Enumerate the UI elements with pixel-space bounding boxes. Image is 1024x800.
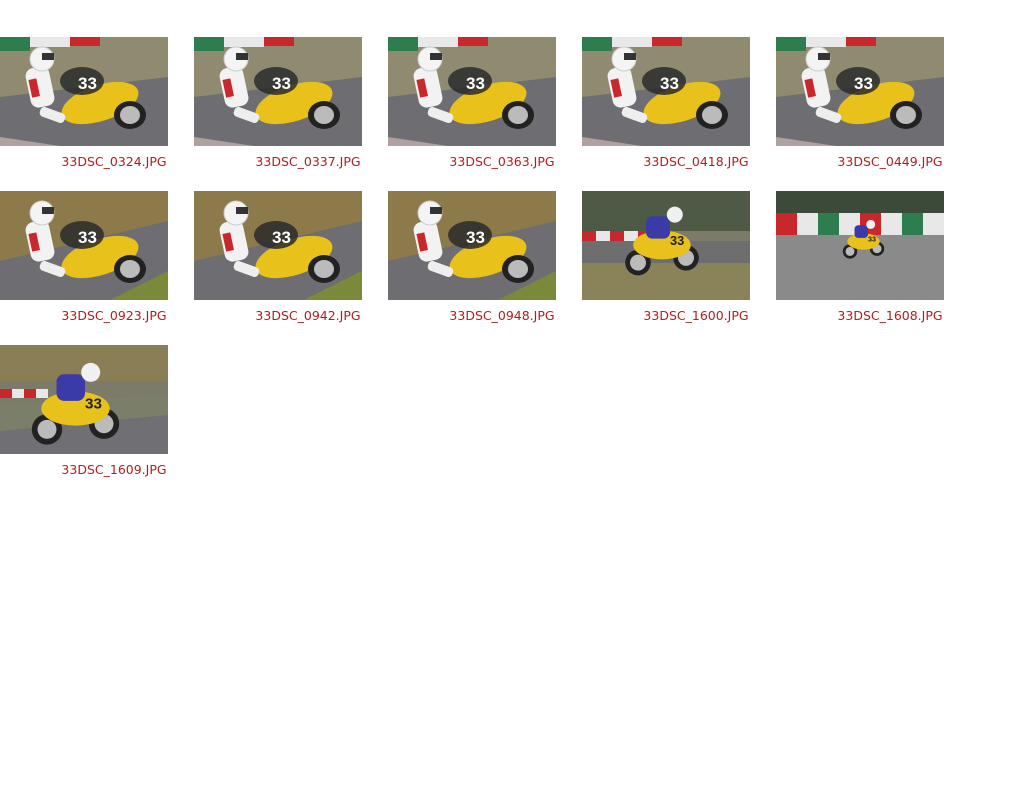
photo-thumbnail[interactable]: 33	[776, 37, 944, 146]
photo-thumbnail[interactable]: 33	[776, 191, 944, 300]
gallery-row: 33 33DSC_0324.JPG 33 33DSC_0337.JPG 33 3…	[0, 37, 1000, 191]
photo-thumbnail[interactable]: 33	[388, 37, 556, 146]
photo-image: 33	[388, 191, 556, 300]
photo-filename-link[interactable]: 33DSC_0449.JPG	[806, 154, 974, 169]
photo-thumbnail[interactable]: 33	[0, 37, 168, 146]
photo-image: 33	[0, 345, 168, 454]
svg-text:33: 33	[272, 74, 291, 93]
svg-text:33: 33	[466, 74, 485, 93]
thumbnail-gallery: 33 33DSC_0324.JPG 33 33DSC_0337.JPG 33 3…	[0, 37, 1000, 499]
photo-filename-link[interactable]: 33DSC_1608.JPG	[806, 308, 974, 323]
photo-filename-link[interactable]: 33DSC_0948.JPG	[418, 308, 586, 323]
svg-text:33: 33	[272, 228, 291, 247]
photo-filename-link[interactable]: 33DSC_1600.JPG	[612, 308, 780, 323]
photo-filename-link[interactable]: 33DSC_0418.JPG	[612, 154, 780, 169]
svg-text:33: 33	[868, 235, 876, 244]
gallery-cell: 33 33DSC_0449.JPG	[776, 37, 1000, 191]
photo-filename-link[interactable]: 33DSC_0923.JPG	[30, 308, 198, 323]
gallery-row: 33 33DSC_0923.JPG 33 33DSC_0942.JPG 33 3…	[0, 191, 1000, 345]
svg-text:33: 33	[78, 74, 97, 93]
svg-text:33: 33	[670, 233, 684, 248]
photo-filename-link[interactable]: 33DSC_1609.JPG	[30, 462, 198, 477]
gallery-cell: 33 33DSC_1609.JPG	[0, 345, 228, 499]
photo-image: 33	[776, 37, 944, 146]
photo-image: 33	[194, 37, 362, 146]
svg-text:33: 33	[660, 74, 679, 93]
photo-filename-link[interactable]: 33DSC_0363.JPG	[418, 154, 586, 169]
photo-thumbnail[interactable]: 33	[0, 191, 168, 300]
svg-text:33: 33	[85, 396, 102, 413]
photo-thumbnail[interactable]: 33	[0, 345, 168, 454]
photo-filename-link[interactable]: 33DSC_0337.JPG	[224, 154, 392, 169]
photo-image: 33	[194, 191, 362, 300]
svg-text:33: 33	[78, 228, 97, 247]
photo-image: 33	[776, 191, 944, 300]
svg-text:33: 33	[466, 228, 485, 247]
photo-filename-link[interactable]: 33DSC_0324.JPG	[30, 154, 198, 169]
photo-image: 33	[388, 37, 556, 146]
photo-thumbnail[interactable]: 33	[582, 37, 750, 146]
photo-thumbnail[interactable]: 33	[194, 37, 362, 146]
photo-image: 33	[0, 191, 168, 300]
gallery-row: 33 33DSC_1609.JPG	[0, 345, 1000, 499]
photo-image: 33	[0, 37, 168, 146]
photo-thumbnail[interactable]: 33	[194, 191, 362, 300]
photo-image: 33	[582, 37, 750, 146]
svg-text:33: 33	[854, 74, 873, 93]
photo-filename-link[interactable]: 33DSC_0942.JPG	[224, 308, 392, 323]
photo-image: 33	[582, 191, 750, 300]
photo-thumbnail[interactable]: 33	[388, 191, 556, 300]
gallery-cell: 33 33DSC_1608.JPG	[776, 191, 1000, 345]
photo-thumbnail[interactable]: 33	[582, 191, 750, 300]
